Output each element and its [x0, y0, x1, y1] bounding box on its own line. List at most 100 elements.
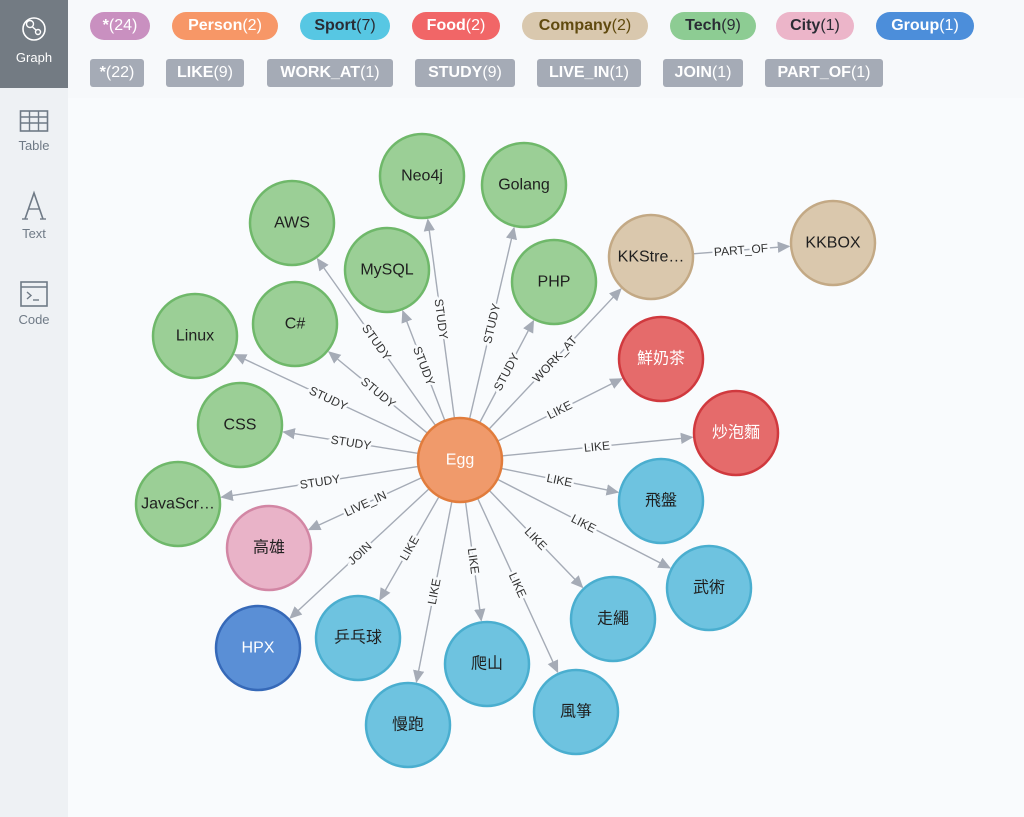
node-wushu[interactable]: 武術 [665, 544, 753, 632]
node-noodle[interactable]: 炒泡麵 [692, 389, 780, 477]
label-pill-count: (9) [721, 17, 741, 34]
node-label: 飛盤 [645, 492, 677, 510]
table-view-button[interactable]: Table [0, 108, 68, 153]
node-kaohsiung[interactable]: 高雄 [225, 504, 313, 592]
text-icon [22, 190, 46, 220]
relationship-egg-climb[interactable]: LIKE [462, 501, 486, 622]
rel-type-name: JOIN [674, 64, 712, 81]
nodes-layer: Egg Neo4j Golang AWS MySQL PHP C# Linux CSS JavaS… [134, 132, 877, 769]
relationship-label: STUDY [299, 472, 341, 492]
node-kite[interactable]: 風箏 [532, 668, 620, 756]
relationship-label: WORK_AT [530, 333, 581, 386]
relationship-label: LIKE [465, 547, 482, 575]
node-label: Golang [498, 177, 550, 194]
label-pill-all[interactable]: *(24) [90, 12, 150, 40]
relationship-label: LIKE [506, 570, 530, 599]
node-frisbee[interactable]: 飛盤 [617, 457, 705, 545]
label-pill-count: (2) [611, 17, 632, 34]
relationship-label: LIKE [397, 533, 422, 563]
node-climb[interactable]: 爬山 [443, 620, 531, 708]
node-egg[interactable]: Egg [416, 416, 504, 504]
rel-type-count: (1) [609, 64, 630, 81]
rel-type-live-in[interactable]: LIVE_IN(1) [537, 59, 641, 87]
label-pill-count: (24) [108, 17, 138, 34]
graph-icon [22, 17, 46, 41]
node-label: C# [285, 316, 306, 333]
code-view-button[interactable]: Code [0, 280, 68, 327]
label-pill-name: Company [538, 17, 612, 34]
rel-type-part-of[interactable]: PART_OF(1) [765, 59, 883, 87]
graph-canvas[interactable]: STUDY STUDY STUDY STUDY STUDY STUDY STUDY STUDY… [68, 98, 1024, 817]
node-label: 炒泡麵 [712, 424, 760, 442]
node-label: PHP [538, 274, 571, 291]
relationship-egg-milktea[interactable]: LIKE [497, 378, 623, 442]
node-label: 慢跑 [392, 716, 424, 734]
rel-type-join[interactable]: JOIN(1) [663, 59, 743, 87]
relationship-label: LIKE [545, 398, 575, 422]
label-pill-company[interactable]: Company(2) [522, 12, 648, 40]
node-php[interactable]: PHP [510, 238, 598, 326]
node-rope[interactable]: 走繩 [569, 575, 657, 663]
rel-type-count: (1) [711, 64, 732, 81]
relationship-label: STUDY [359, 322, 394, 363]
label-pill-city[interactable]: City(1) [776, 12, 854, 40]
node-label: HPX [242, 640, 275, 657]
relationship-label: STUDY [330, 433, 372, 453]
label-pill-sport[interactable]: Sport(7) [300, 12, 390, 40]
relationship-egg-golang[interactable]: STUDY [468, 226, 517, 420]
code-icon [20, 281, 48, 307]
label-pill-name: Sport [314, 17, 357, 34]
node-csharp[interactable]: C# [251, 280, 339, 368]
relationship-label: STUDY [480, 302, 503, 345]
text-view-label: Text [22, 226, 46, 241]
node-label: KKBOX [805, 235, 860, 252]
node-label: 爬山 [471, 655, 503, 673]
label-pill-person[interactable]: Person(2) [172, 12, 278, 40]
relationship-label: LIKE [425, 577, 444, 605]
relationship-egg-css[interactable]: STUDY [282, 428, 419, 455]
relationship-egg-rope[interactable]: LIKE [488, 489, 584, 589]
node-neo4j[interactable]: Neo4j [378, 132, 466, 220]
label-pill-food[interactable]: Food(2) [412, 12, 500, 40]
node-kkstre[interactable]: KKStre… [607, 213, 695, 301]
node-hpx[interactable]: HPX [214, 604, 302, 692]
node-js[interactable]: JavaScr… [134, 460, 222, 548]
rel-type-work-at[interactable]: WORK_AT(1) [267, 59, 393, 87]
node-pingpong[interactable]: 乒乓球 [314, 594, 402, 682]
label-pill-name: Person [188, 17, 243, 34]
relationship-label: LIKE [545, 471, 573, 490]
node-label: 鮮奶茶 [637, 350, 685, 368]
node-label: Linux [176, 328, 214, 345]
rel-type-all[interactable]: *(22) [90, 59, 144, 87]
node-linux[interactable]: Linux [151, 292, 239, 380]
node-golang[interactable]: Golang [480, 141, 568, 229]
label-pill-name: Food [426, 17, 466, 34]
rel-type-count: (22) [105, 64, 135, 81]
rel-type-study[interactable]: STUDY(9) [415, 59, 515, 87]
relationship-kkstre-kkbox[interactable]: PART_OF [692, 239, 791, 262]
rel-type-name: WORK_AT [280, 64, 361, 81]
relationship-label: STUDY [431, 298, 450, 340]
text-view-button[interactable]: Text [0, 190, 68, 241]
rel-type-count: (9) [482, 64, 502, 81]
node-label: Egg [446, 452, 474, 469]
rel-type-like[interactable]: LIKE(9) [166, 59, 244, 87]
node-jog[interactable]: 慢跑 [364, 681, 452, 769]
label-pill-count: (1) [820, 17, 840, 34]
node-aws[interactable]: AWS [248, 179, 336, 267]
node-label: AWS [274, 215, 310, 232]
node-mysql[interactable]: MySQL [343, 226, 431, 314]
label-pill-group[interactable]: Group(1) [876, 12, 974, 40]
node-kkbox[interactable]: KKBOX [789, 199, 877, 287]
label-pill-tech[interactable]: Tech(9) [670, 12, 756, 40]
graph-view-button[interactable]: Graph [0, 0, 68, 88]
node-label: CSS [224, 417, 257, 434]
relationship-label: STUDY [307, 383, 350, 413]
node-label: JavaScr… [141, 496, 215, 513]
relationship-egg-frisbee[interactable]: LIKE [501, 467, 620, 496]
node-milktea[interactable]: 鮮奶茶 [617, 315, 705, 403]
node-css[interactable]: CSS [196, 381, 284, 469]
rel-type-name: STUDY [428, 64, 483, 81]
relationship-egg-noodle[interactable]: LIKE [501, 432, 694, 457]
relationship-label: STUDY [410, 344, 438, 387]
